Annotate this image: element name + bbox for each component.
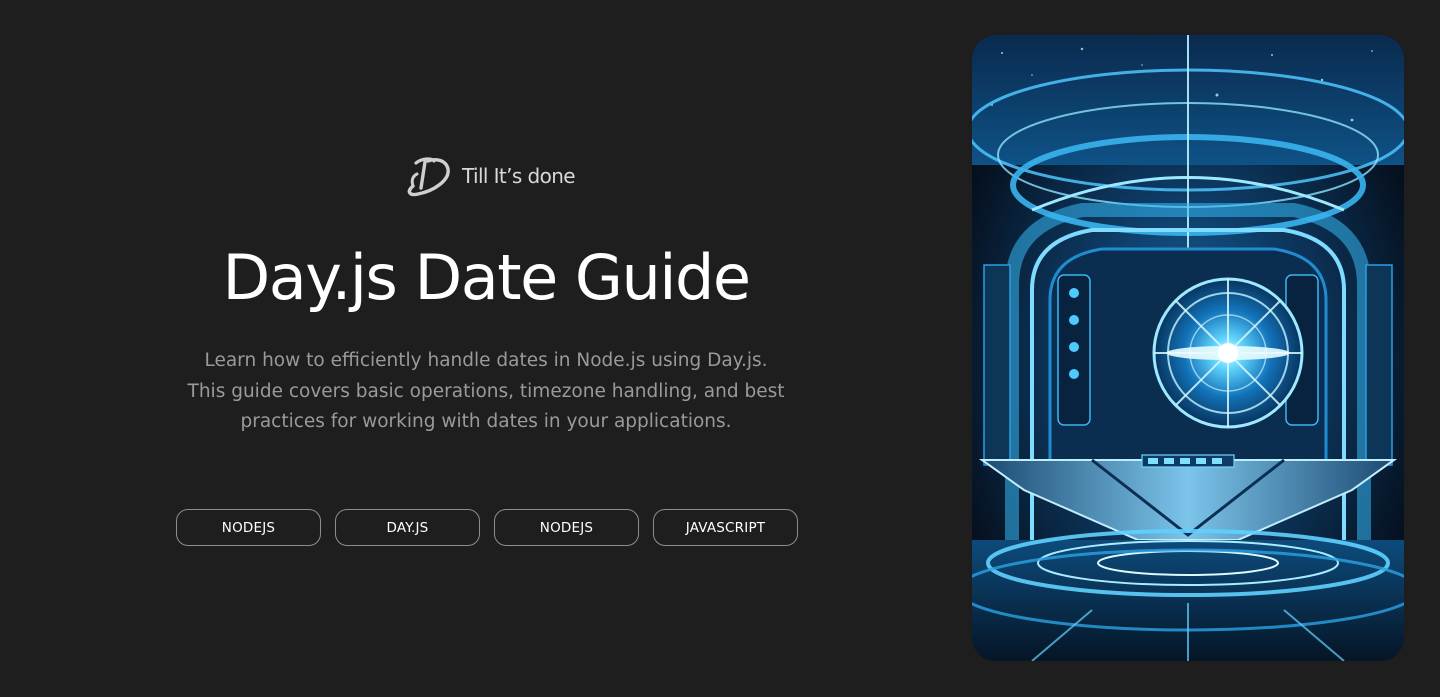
tag-dayjs[interactable]: DAY.JS xyxy=(335,509,480,546)
tag-nodejs[interactable]: NODEJS xyxy=(176,509,321,546)
td-monogram-icon xyxy=(407,157,450,197)
tag-nodejs-2[interactable]: NODEJS xyxy=(494,509,639,546)
sci-fi-chamber-illustration xyxy=(972,35,1404,661)
tag-javascript[interactable]: JAVASCRIPT xyxy=(653,509,798,546)
hero-content: Till It’s done Day.js Date Guide Learn h… xyxy=(0,0,972,697)
article-hero: Till It’s done Day.js Date Guide Learn h… xyxy=(0,0,1440,697)
hero-image xyxy=(972,35,1404,661)
page-description: Learn how to efficiently handle dates in… xyxy=(187,350,785,432)
brand-name: Till It’s done xyxy=(462,164,576,188)
page-title: Day.js Date Guide xyxy=(222,241,752,314)
tag-list: NODEJS DAY.JS NODEJS JAVASCRIPT xyxy=(176,509,798,546)
brand[interactable]: Till It’s done xyxy=(404,154,576,198)
